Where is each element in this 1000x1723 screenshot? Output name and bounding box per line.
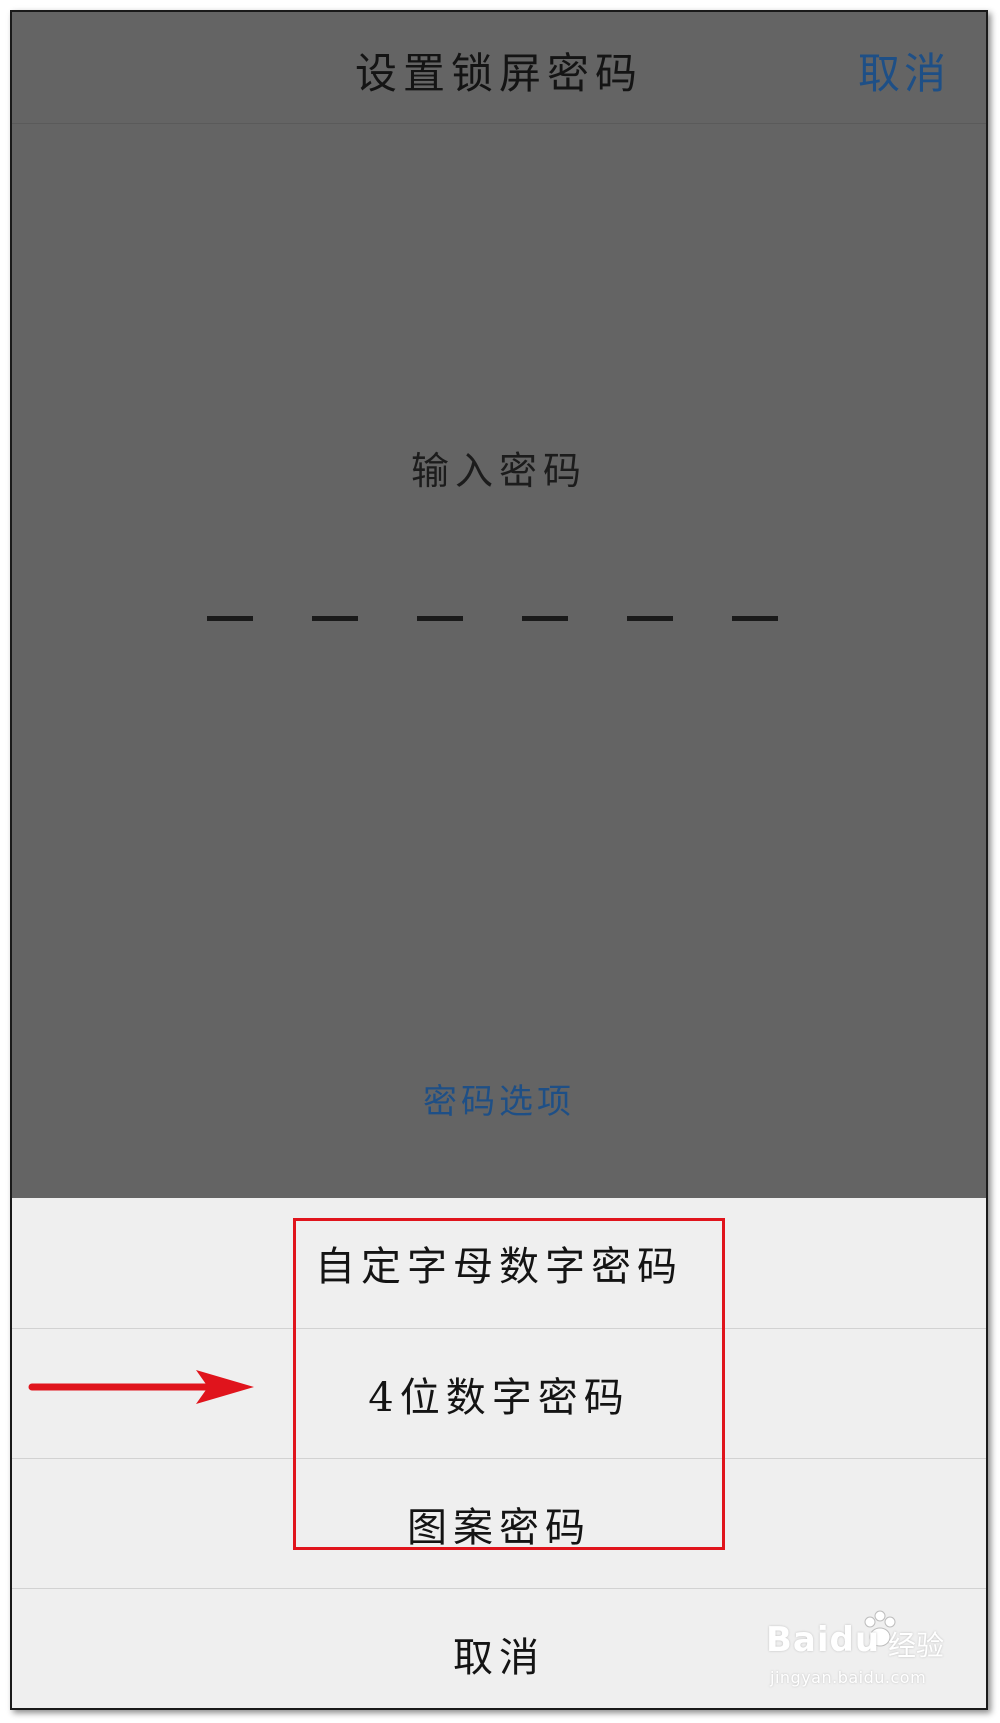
baidu-jingyan-watermark: Baidu 经验 jingyan.baidu.com	[760, 1610, 960, 1700]
digit-slot	[522, 616, 568, 621]
passcode-options-link[interactable]: 密码选项	[12, 1074, 986, 1123]
watermark-url: jingyan.baidu.com	[770, 1668, 927, 1687]
dimmed-passcode-screen: 设置锁屏密码 取消 输入密码 密码选项	[12, 12, 986, 1198]
navigation-bar: 设置锁屏密码 取消	[12, 12, 986, 124]
digit-slot	[627, 616, 673, 621]
passcode-prompt: 输入密码	[410, 449, 587, 493]
nav-cancel-button[interactable]: 取消	[858, 40, 950, 101]
watermark-logo: Baidu	[766, 1620, 881, 1660]
digit-slot	[312, 616, 358, 621]
watermark-logo-suffix: 经验	[888, 1629, 945, 1662]
passcode-digit-slots[interactable]	[12, 616, 986, 626]
digit-slot	[732, 616, 778, 621]
red-arrow-icon	[28, 1370, 254, 1404]
page-title: 设置锁屏密码	[354, 49, 643, 98]
highlight-annotation-box	[293, 1218, 725, 1550]
digit-slot	[417, 616, 463, 621]
digit-slot	[207, 616, 253, 621]
